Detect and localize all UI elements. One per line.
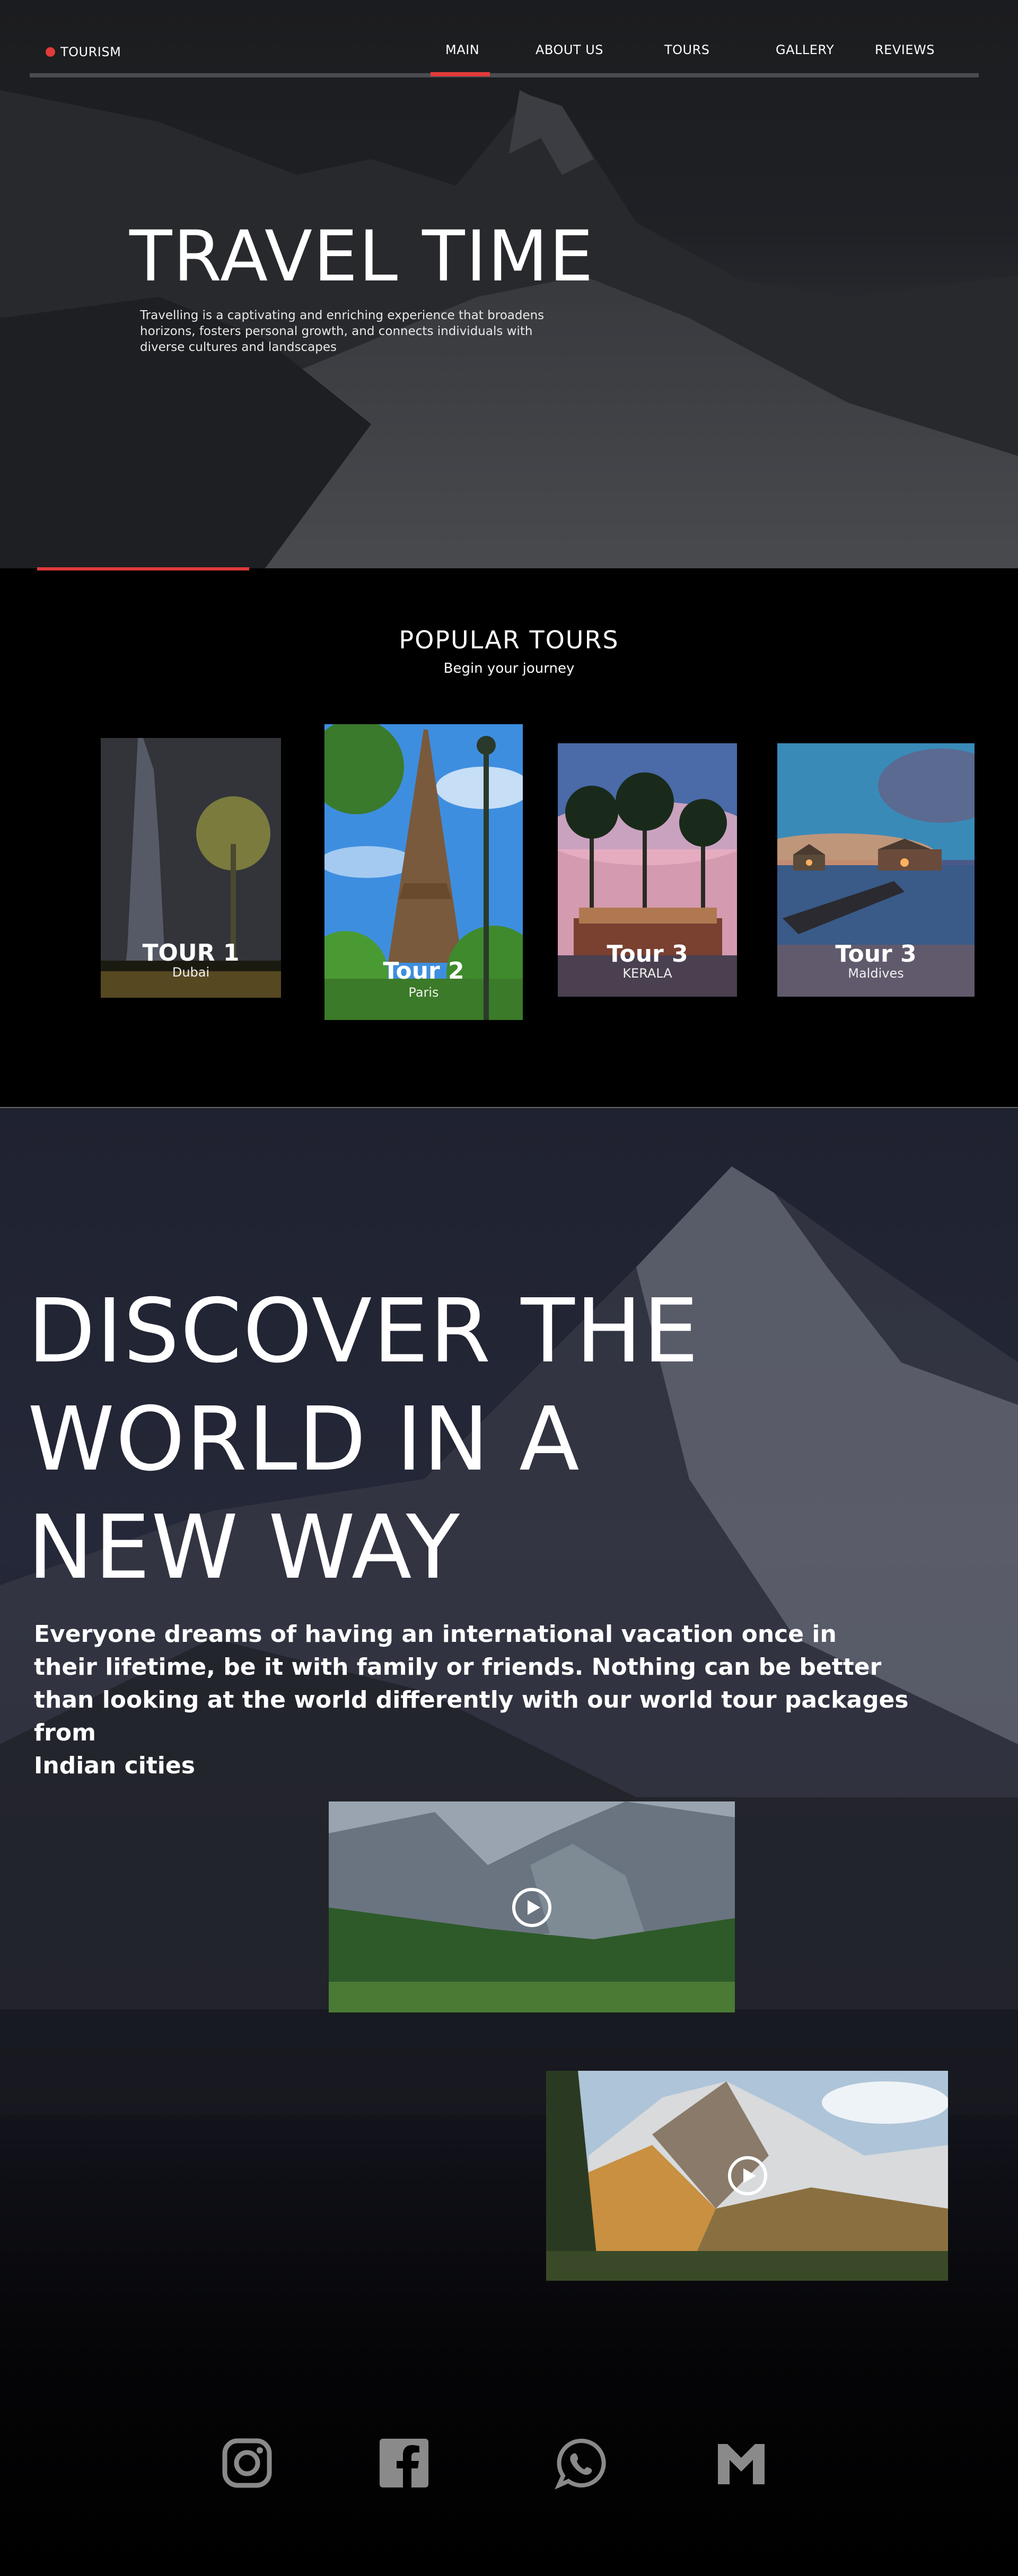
tour-card-place: Maldives: [848, 966, 904, 981]
discover-description: Everyone dreams of having an internation…: [34, 1621, 909, 1779]
instagram-icon[interactable]: [221, 2437, 274, 2490]
brand-dot-icon: [46, 47, 55, 57]
tour-card-title: Tour 3: [607, 940, 688, 968]
video-thumbnail-valley[interactable]: [329, 1801, 735, 2012]
tour-card-place: KERALA: [622, 966, 672, 981]
tour-card-paris[interactable]: Tour 2 Paris: [324, 724, 523, 1020]
play-icon[interactable]: [727, 2156, 768, 2196]
hero-section: TOURISM MAIN ABOUT US TOURS GALLERY REVI…: [0, 0, 1018, 568]
nav-active-indicator: [431, 72, 490, 76]
nav-item-main[interactable]: MAIN: [445, 42, 479, 57]
nav-item-reviews[interactable]: REVIEWS: [875, 42, 935, 57]
facebook-icon[interactable]: [378, 2437, 431, 2490]
tour-card-title: Tour 3: [835, 940, 917, 968]
nav-item-tours[interactable]: TOURS: [664, 42, 710, 57]
section-accent-line: [37, 567, 249, 570]
tour-card-maldives[interactable]: Tour 3 Maldives: [777, 743, 975, 997]
tour-card-title: TOUR 1: [142, 939, 240, 966]
brand-label: TOURISM: [60, 45, 121, 59]
gmail-icon[interactable]: [715, 2437, 768, 2490]
video-thumbnail-mountains[interactable]: [546, 2071, 948, 2281]
brand-logo[interactable]: TOURISM: [46, 45, 121, 59]
tours-subheading: Begin your journey: [443, 661, 575, 676]
nav-item-gallery[interactable]: GALLERY: [776, 42, 834, 57]
tour-card-place: Dubai: [172, 965, 210, 980]
tours-heading: POPULAR TOURS: [399, 626, 619, 654]
tour-card-place: Paris: [408, 985, 439, 1000]
tour-card-kerala[interactable]: Tour 3 KERALA: [558, 743, 737, 997]
discover-title: DISCOVER THE WORLD IN A NEW WAY: [28, 1280, 700, 1599]
tour-card-dubai[interactable]: TOUR 1 Dubai: [101, 738, 281, 998]
nav-item-about-us[interactable]: ABOUT US: [536, 42, 603, 57]
hero-title: TRAVEL TIME: [129, 216, 594, 297]
play-icon[interactable]: [512, 1887, 552, 1928]
whatsapp-icon[interactable]: [555, 2437, 608, 2490]
discover-section: DISCOVER THE WORLD IN A NEW WAY Everyone…: [0, 1108, 1018, 2576]
nav-divider: [30, 73, 979, 77]
hero-description: Travelling is a captivating and enrichin…: [140, 309, 545, 354]
tour-card-title: Tour 2: [383, 957, 464, 984]
